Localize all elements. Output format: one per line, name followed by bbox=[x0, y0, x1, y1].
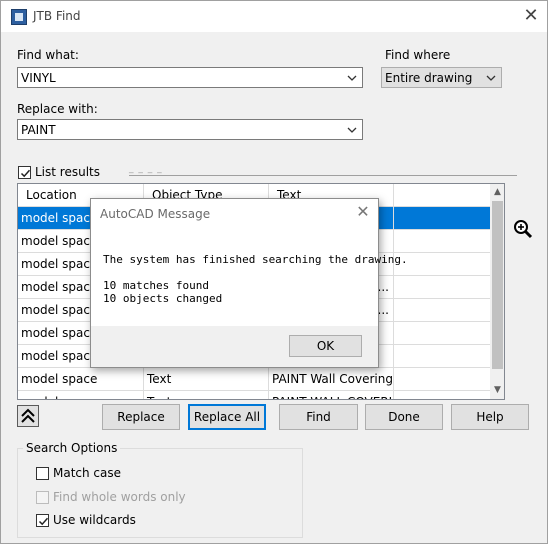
window-title: JTB Find bbox=[33, 9, 81, 23]
cell-text: PAINT Wall Covering bbox=[269, 368, 394, 391]
message-line-changed: 10 objects changed bbox=[103, 292, 223, 305]
find-what-value: VINYL bbox=[21, 71, 56, 85]
cell-location: model space bbox=[18, 391, 144, 399]
autocad-message-dialog: AutoCAD Message ✕ The system has finishe… bbox=[90, 198, 408, 368]
find-button[interactable]: Find bbox=[279, 404, 358, 430]
replace-all-button[interactable]: Replace All bbox=[188, 404, 266, 430]
message-close-button[interactable]: ✕ bbox=[353, 202, 373, 222]
list-results-checkbox[interactable] bbox=[18, 166, 31, 179]
jtb-find-window: JTB Find ✕ Find what: VINYL Find where E… bbox=[0, 0, 548, 544]
zoom-magnifier-icon bbox=[514, 220, 533, 239]
message-line-matches: 10 matches found bbox=[103, 279, 209, 292]
table-row[interactable]: model space Text PAINT Wall Covering bbox=[18, 368, 490, 391]
chevron-down-icon bbox=[347, 127, 357, 133]
find-where-label: Find where bbox=[385, 48, 451, 62]
title-bar: JTB Find ✕ bbox=[1, 1, 547, 32]
scrollbar-thumb[interactable] bbox=[492, 201, 503, 369]
double-chevron-up-icon bbox=[21, 408, 35, 423]
use-wildcards-checkbox[interactable] bbox=[36, 514, 49, 527]
search-options-title: Search Options bbox=[23, 441, 121, 455]
chevron-down-icon bbox=[347, 75, 357, 81]
match-case-label: Match case bbox=[53, 466, 122, 480]
replace-button[interactable]: Replace bbox=[102, 404, 180, 430]
close-window-button[interactable]: ✕ bbox=[519, 5, 543, 27]
find-what-label: Find what: bbox=[17, 48, 79, 62]
chevron-down-icon bbox=[486, 75, 496, 81]
checkmark-icon bbox=[20, 169, 31, 178]
list-results-label: List results bbox=[35, 165, 100, 179]
table-row[interactable]: model space Text PAINT WALL COVERI... bbox=[18, 391, 490, 399]
cell-object-type: Text bbox=[144, 368, 269, 391]
replace-with-value: PAINT bbox=[21, 123, 56, 137]
whole-words-checkbox bbox=[36, 491, 49, 504]
zoom-button[interactable] bbox=[511, 218, 535, 240]
cell-object-type: Text bbox=[144, 391, 269, 399]
cell-text: PAINT WALL COVERI... bbox=[269, 391, 394, 399]
find-what-combo[interactable]: VINYL bbox=[17, 67, 363, 88]
vertical-scrollbar[interactable]: ▲ ▼ bbox=[490, 184, 504, 399]
checkmark-icon bbox=[38, 517, 49, 526]
help-button[interactable]: Help bbox=[451, 404, 529, 430]
use-wildcards-label: Use wildcards bbox=[53, 513, 136, 527]
match-case-checkbox[interactable] bbox=[36, 467, 49, 480]
message-line-finished: The system has finished searching the dr… bbox=[103, 253, 408, 266]
scroll-down-arrow-icon[interactable]: ▼ bbox=[492, 383, 503, 398]
app-icon bbox=[11, 9, 27, 25]
find-where-select[interactable]: Entire drawing bbox=[381, 67, 502, 88]
whole-words-label: Find whole words only bbox=[53, 490, 186, 504]
ok-button[interactable]: OK bbox=[289, 335, 362, 357]
replace-with-combo[interactable]: PAINT bbox=[17, 119, 363, 140]
find-where-value: Entire drawing bbox=[385, 71, 473, 85]
message-title: AutoCAD Message bbox=[100, 207, 211, 221]
message-footer: OK bbox=[91, 326, 378, 367]
collapse-button[interactable] bbox=[17, 405, 39, 427]
scroll-up-arrow-icon[interactable]: ▲ bbox=[492, 185, 503, 200]
cell-location: model space bbox=[18, 368, 144, 391]
divider-line bbox=[129, 164, 517, 176]
done-button[interactable]: Done bbox=[365, 404, 443, 430]
replace-with-label: Replace with: bbox=[17, 102, 98, 116]
